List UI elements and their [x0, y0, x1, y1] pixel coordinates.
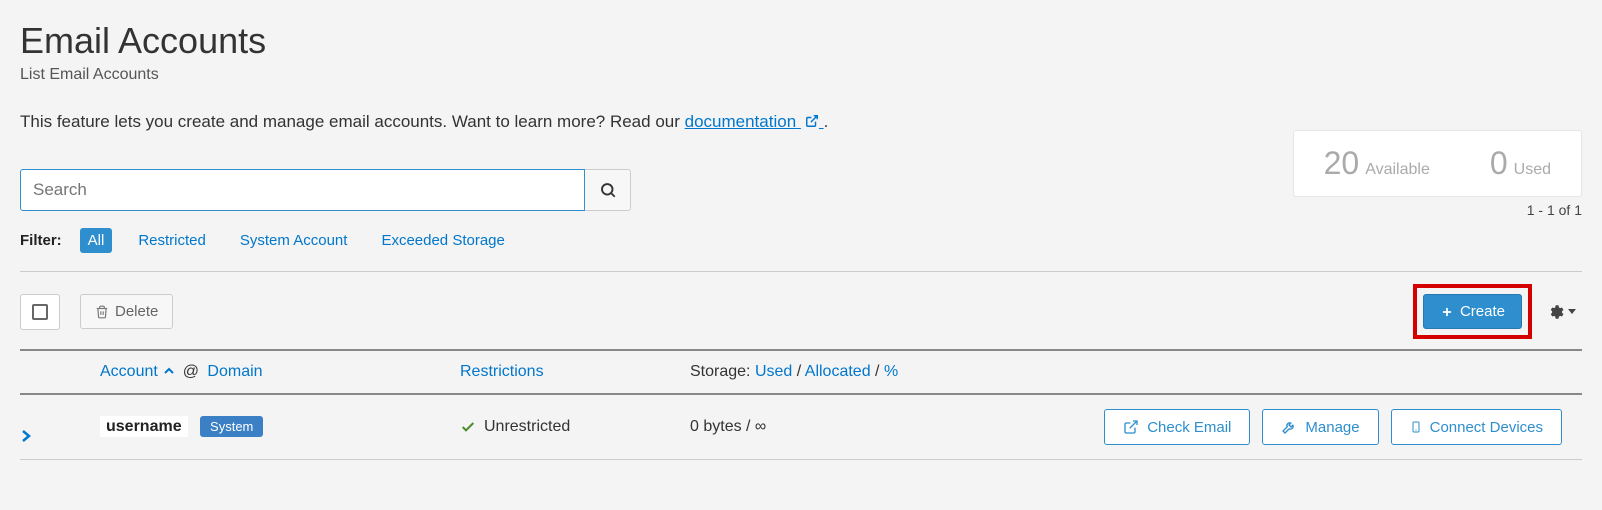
connect-label: Connect Devices	[1430, 419, 1543, 436]
connect-devices-button[interactable]: Connect Devices	[1391, 409, 1562, 445]
manage-button[interactable]: Manage	[1262, 409, 1378, 445]
select-all-checkbox[interactable]	[20, 294, 60, 330]
external-link-icon	[1123, 419, 1139, 435]
documentation-link-text: documentation	[685, 112, 797, 131]
trash-icon	[95, 304, 109, 320]
description-text: This feature lets you create and manage …	[20, 112, 685, 131]
pagination-range: 1 - 1 of 1	[1297, 202, 1582, 218]
search-icon	[599, 181, 617, 199]
account-username: username	[100, 416, 188, 437]
header-storage: Storage: Used / Allocated / %	[690, 363, 1582, 381]
device-icon	[1410, 418, 1422, 436]
page-subtitle: List Email Accounts	[20, 66, 1582, 84]
gear-icon	[1546, 303, 1564, 321]
filter-label: Filter:	[20, 232, 62, 249]
header-percent[interactable]: %	[884, 363, 898, 380]
search-input[interactable]	[20, 169, 585, 211]
header-allocated[interactable]: Allocated	[805, 363, 871, 380]
filter-exceeded[interactable]: Exceeded Storage	[373, 228, 512, 253]
restriction-value: Unrestricted	[484, 418, 570, 436]
storage-value: 0 bytes / ∞	[690, 418, 766, 436]
page-description: This feature lets you create and manage …	[20, 112, 1582, 132]
checkbox-icon	[32, 304, 48, 320]
expand-row-button[interactable]	[20, 411, 100, 443]
sort-asc-icon	[164, 366, 174, 376]
header-account-text: Account	[100, 363, 158, 380]
external-link-icon	[805, 114, 819, 128]
filter-row: Filter: All Restricted System Account Ex…	[20, 228, 1582, 253]
available-label: Available	[1365, 161, 1430, 179]
filter-restricted[interactable]: Restricted	[130, 228, 214, 253]
at-separator: @	[179, 363, 203, 380]
manage-label: Manage	[1305, 419, 1359, 436]
delete-label: Delete	[115, 303, 158, 320]
plus-icon	[1440, 305, 1454, 319]
search-button[interactable]	[585, 169, 631, 211]
used-label: Used	[1514, 161, 1551, 179]
create-highlight-box: Create	[1413, 284, 1532, 339]
page-title: Email Accounts	[20, 20, 1582, 62]
check-email-label: Check Email	[1147, 419, 1231, 436]
stats-panel: 20 Available 0 Used	[1293, 130, 1582, 197]
stat-available: 20 Available	[1324, 145, 1430, 182]
settings-dropdown[interactable]	[1540, 297, 1582, 327]
table-header: Account @ Domain Restrictions Storage: U…	[20, 349, 1582, 395]
check-icon	[460, 419, 476, 435]
storage-label: Storage:	[690, 363, 750, 380]
used-number: 0	[1490, 145, 1508, 182]
system-badge: System	[200, 416, 263, 437]
chevron-right-icon	[20, 429, 32, 443]
header-domain[interactable]: Domain	[207, 363, 262, 380]
delete-button[interactable]: Delete	[80, 294, 173, 329]
available-number: 20	[1324, 145, 1360, 182]
filter-system[interactable]: System Account	[232, 228, 356, 253]
table-row: username System Unrestricted 0 bytes / ∞…	[20, 395, 1582, 460]
description-post: .	[824, 112, 829, 131]
header-account[interactable]: Account	[100, 363, 179, 380]
check-email-button[interactable]: Check Email	[1104, 409, 1250, 445]
documentation-link[interactable]: documentation	[685, 112, 824, 131]
create-label: Create	[1460, 303, 1505, 320]
stat-used: 0 Used	[1490, 145, 1551, 182]
header-restrictions[interactable]: Restrictions	[460, 363, 544, 380]
filter-all[interactable]: All	[80, 228, 113, 253]
wrench-icon	[1281, 419, 1297, 435]
search-group	[20, 169, 631, 211]
create-button[interactable]: Create	[1423, 294, 1522, 329]
header-used[interactable]: Used	[755, 363, 792, 380]
caret-down-icon	[1568, 309, 1576, 314]
